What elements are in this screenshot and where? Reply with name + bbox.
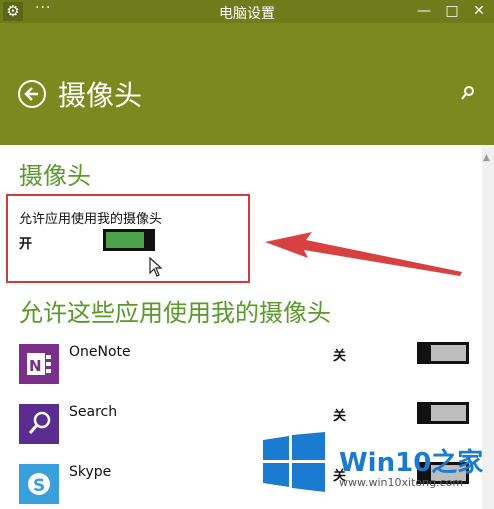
svg-text:N: N: [29, 357, 42, 375]
scroll-up-icon[interactable]: ▲: [483, 153, 490, 163]
scrollbar[interactable]: ▲: [482, 145, 494, 509]
app-name: Search: [69, 404, 118, 420]
toggle-fill: [431, 405, 466, 421]
search-toggle[interactable]: [417, 402, 469, 424]
watermark-domain: www.win10xitong.com: [339, 476, 464, 489]
search-app-icon: [19, 404, 59, 444]
watermark-brand-suffix: 之家: [431, 448, 484, 478]
watermark-brand-text: Win10: [339, 448, 432, 478]
svg-text:S: S: [33, 476, 45, 496]
windows-logo-icon: [263, 432, 325, 492]
onenote-icon: N: [19, 344, 59, 384]
app-name: Skype: [69, 464, 112, 480]
annotation-arrow: [265, 232, 462, 276]
app-toggle-state: 关: [333, 349, 347, 364]
app-toggle-state: 关: [333, 409, 347, 424]
onenote-toggle[interactable]: [417, 342, 469, 364]
apps-section-heading: 允许这些应用使用我的摄像头: [19, 299, 331, 327]
skype-icon: S: [19, 464, 59, 504]
watermark-brand: Win10之家: [339, 442, 483, 479]
app-name: OneNote: [69, 344, 131, 360]
toggle-fill: [431, 345, 466, 361]
